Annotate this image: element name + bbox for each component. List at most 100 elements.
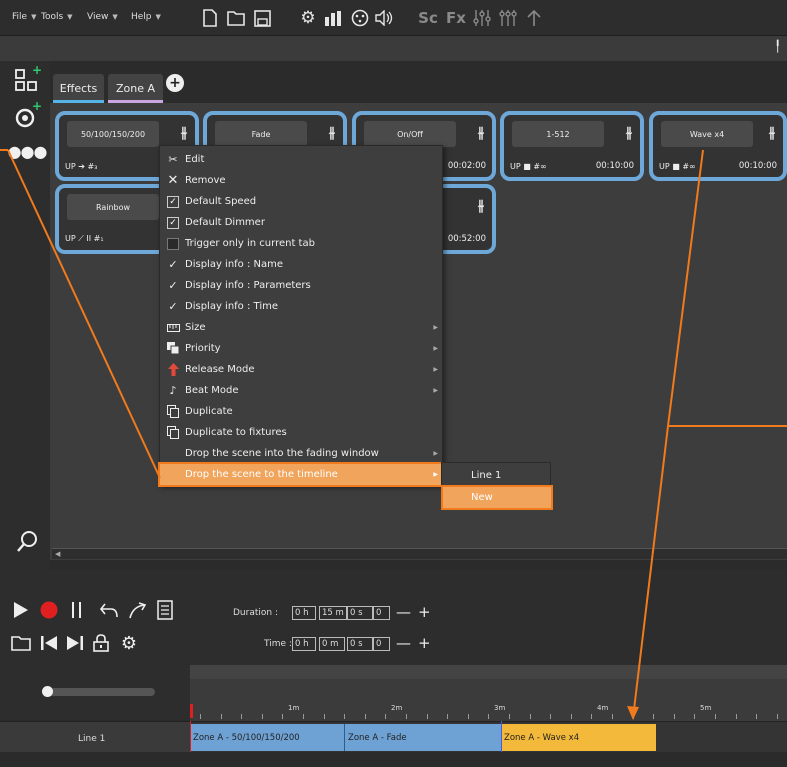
dmx-icon[interactable] (348, 6, 372, 30)
scroll-left-icon[interactable]: ◀ (55, 550, 60, 558)
timeline-clip[interactable]: Zone A - 50/100/150/200 (190, 724, 345, 751)
mixer-icon[interactable]: ⫳ (626, 123, 632, 141)
lock-icon[interactable] (90, 632, 112, 654)
time-hours-field[interactable]: 0 h (292, 637, 316, 651)
fx-icon[interactable]: Fx (444, 6, 468, 30)
submenu-item-line-1[interactable]: Line 1 (443, 465, 551, 486)
playhead[interactable] (190, 704, 193, 718)
menu-item-default-speed[interactable]: ✓ Default Speed (160, 191, 442, 212)
track-name: Line 1 (78, 734, 106, 744)
ruler-tick (530, 714, 531, 719)
mixer-icon[interactable]: ⫳ (769, 123, 775, 141)
time-seconds-field[interactable]: 0 s (347, 637, 373, 651)
check-icon[interactable]: ✓ (166, 258, 180, 272)
redo-icon[interactable] (126, 599, 148, 621)
menu-item-drop-timeline[interactable]: Drop the scene to the timeline ▶ (158, 462, 444, 487)
ruler-tick (385, 714, 386, 719)
tab-effects[interactable]: Effects (53, 74, 104, 102)
scene-card[interactable]: Wave x4 ⫳ UP ■ #∞ 00:10:00 (649, 111, 787, 181)
scene-card[interactable]: 1-512 ⫳ UP ■ #∞ 00:10:00 (500, 111, 644, 181)
checkbox-checked-icon[interactable]: ✓ (167, 216, 179, 229)
scene-time: 00:02:00 (447, 161, 486, 171)
faders-alt-icon[interactable] (496, 6, 520, 30)
save-icon[interactable] (250, 6, 274, 30)
menu-item-size[interactable]: Size ▶ (160, 317, 442, 338)
duration-frames-field[interactable]: 0 (373, 606, 390, 620)
transport-panel: ⚙ Duration : 0 h 15 m 0 s 0 — + Time : 0… (0, 570, 787, 665)
menu-file[interactable]: File ▼ (12, 12, 36, 22)
more-options-icon[interactable]: ●●● (8, 137, 48, 165)
menu-item-duplicate-fixtures[interactable]: Duplicate to fixtures (160, 422, 442, 443)
pause-icon[interactable] (66, 599, 88, 621)
pin-icon[interactable]: ╿ (774, 40, 781, 53)
menu-item-priority[interactable]: Priority ▶ (160, 338, 442, 359)
duration-plus-button[interactable]: + (418, 603, 431, 621)
timeline-clip[interactable]: Zone A - Wave x4 (501, 724, 656, 751)
time-minutes-field[interactable]: 0 m (319, 637, 345, 651)
play-icon[interactable] (10, 599, 32, 621)
mixer-icon[interactable]: ⫳ (329, 123, 335, 141)
ruler-tick (777, 714, 778, 719)
menu-item-beat-mode[interactable]: ♪ Beat Mode ▶ (160, 380, 442, 401)
menu-item-display-time[interactable]: ✓ Display info : Time (160, 296, 442, 317)
time-minus-button[interactable]: — (396, 634, 411, 652)
scene-name: 1-512 (512, 121, 604, 147)
timeline-scrollbar[interactable] (190, 665, 787, 679)
menu-item-duplicate[interactable]: Duplicate (160, 401, 442, 422)
skip-forward-icon[interactable] (64, 632, 86, 654)
checkbox-checked-icon[interactable]: ✓ (167, 195, 179, 208)
duration-seconds-field[interactable]: 0 s (347, 606, 373, 620)
duplicate-icon (166, 405, 180, 419)
ruler-tick (365, 714, 366, 719)
menu-item-trigger-current-tab[interactable]: Trigger only in current tab (160, 233, 442, 254)
menu-tools[interactable]: Tools ▼ (41, 12, 73, 22)
mixer-icon[interactable]: ⫳ (181, 123, 187, 141)
time-frames-field[interactable]: 0 (373, 637, 390, 651)
menu-item-default-dimmer[interactable]: ✓ Default Dimmer (160, 212, 442, 233)
horizontal-scrollbar[interactable] (52, 548, 787, 559)
undo-icon[interactable] (98, 599, 120, 621)
faders-icon[interactable] (470, 6, 494, 30)
add-scene-icon[interactable]: + (12, 99, 42, 131)
sc-icon[interactable]: Sc (416, 6, 440, 30)
bar-chart-icon[interactable] (322, 6, 346, 30)
open-folder-icon[interactable] (224, 6, 248, 30)
mixer-icon[interactable]: ⫳ (478, 196, 484, 214)
duration-minus-button[interactable]: — (396, 603, 411, 621)
speaker-icon[interactable] (372, 6, 396, 30)
search-icon[interactable] (12, 527, 42, 555)
submenu-item-new[interactable]: New (441, 485, 553, 510)
menu-item-display-name[interactable]: ✓ Display info : Name (160, 254, 442, 275)
tab-zone-a[interactable]: Zone A (108, 74, 163, 102)
add-zone-icon[interactable]: + (12, 63, 42, 95)
record-icon[interactable] (38, 599, 60, 621)
checkbox-unchecked-icon[interactable] (167, 237, 179, 250)
duration-minutes-field[interactable]: 15 m (319, 606, 347, 620)
gear-icon[interactable]: ⚙ (118, 632, 140, 654)
menu-item-release-mode[interactable]: Release Mode ▶ (160, 359, 442, 380)
menu-item-remove[interactable]: ✕ Remove (160, 170, 442, 191)
new-file-icon[interactable] (198, 6, 222, 30)
scene-time: 00:10:00 (738, 161, 777, 171)
settings-icon[interactable]: ⚙ (296, 6, 320, 30)
scene-name: Rainbow (67, 194, 159, 220)
duration-hours-field[interactable]: 0 h (292, 606, 316, 620)
list-icon[interactable] (154, 599, 176, 621)
menu-item-drop-fading-window[interactable]: Drop the scene into the fading window ▶ (160, 443, 442, 464)
menu-item-display-parameters[interactable]: ✓ Display info : Parameters (160, 275, 442, 296)
ruler-tick-label: 3m (494, 704, 506, 712)
upload-arrow-icon[interactable] (522, 6, 546, 30)
check-icon[interactable]: ✓ (166, 279, 180, 293)
menu-item-edit[interactable]: ✂ Edit (160, 149, 442, 170)
check-icon[interactable]: ✓ (166, 300, 180, 314)
time-plus-button[interactable]: + (418, 634, 431, 652)
menu-view[interactable]: View ▼ (87, 12, 118, 22)
menu-help[interactable]: Help ▼ (131, 12, 161, 22)
zoom-slider[interactable] (42, 688, 155, 696)
add-tab-button[interactable]: + (166, 74, 184, 92)
mixer-icon[interactable]: ⫳ (478, 123, 484, 141)
zoom-slider-handle[interactable] (42, 686, 53, 697)
folder-icon[interactable] (10, 632, 32, 654)
timeline-clip[interactable]: Zone A - Fade (345, 724, 501, 751)
skip-back-icon[interactable] (38, 632, 60, 654)
